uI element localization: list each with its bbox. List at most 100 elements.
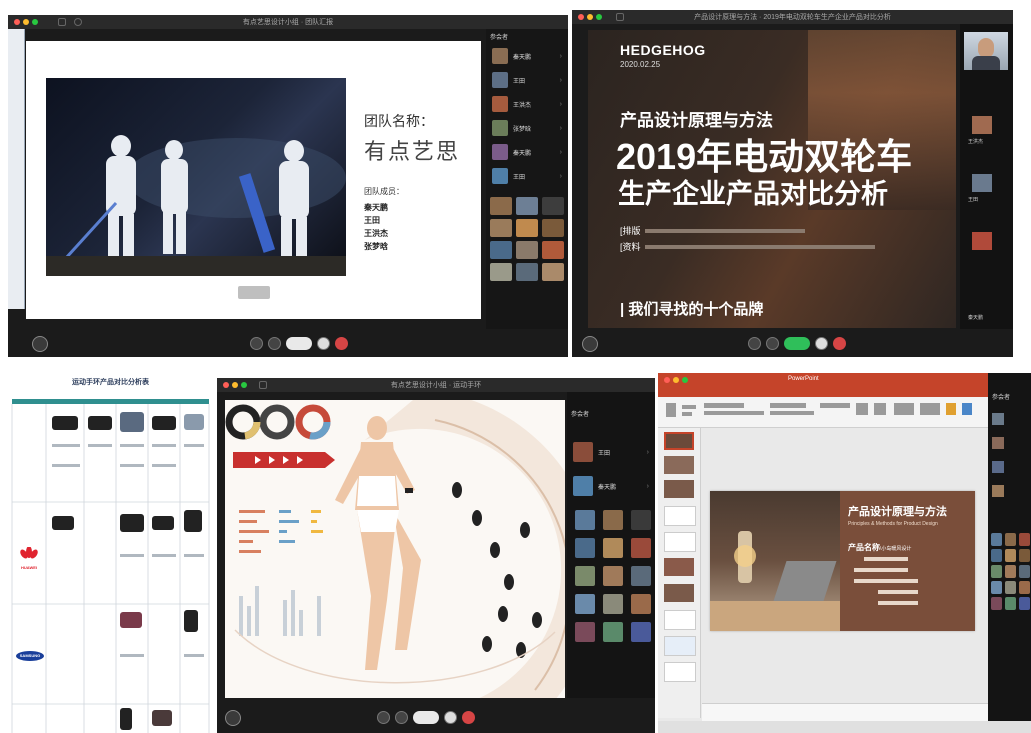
video-thumbnail[interactable] [631,594,651,614]
slide-thumbnail[interactable] [664,558,694,576]
settings-icon[interactable] [582,336,598,352]
camera-button[interactable] [766,337,779,350]
participant-row[interactable]: 秦天鹏 › [486,44,568,68]
settings-icon[interactable] [225,710,241,726]
video-thumbnail[interactable] [1005,533,1016,546]
video-thumbnail[interactable] [1005,549,1016,562]
slide-thumbnail[interactable] [664,480,694,498]
participant-tile[interactable] [992,461,1004,473]
video-thumbnail[interactable] [991,533,1002,546]
video-thumbnail[interactable] [1005,565,1016,578]
minimize-window-button[interactable] [673,377,679,383]
microphone-button[interactable] [377,711,390,724]
video-thumbnail[interactable] [1019,533,1030,546]
camera-button[interactable] [268,337,281,350]
slide-thumbnail[interactable] [664,432,694,450]
video-thumbnail[interactable] [490,197,512,215]
video-thumbnail[interactable] [603,566,623,586]
video-thumbnail[interactable] [516,219,538,237]
participant-row[interactable]: 王田 › [486,164,568,188]
slide-thumbnail[interactable] [664,584,694,602]
video-thumbnail[interactable] [1005,597,1016,610]
participant-tile[interactable] [972,174,992,192]
video-thumbnail[interactable] [575,566,595,586]
video-thumbnail[interactable] [575,594,595,614]
chevron-right-icon[interactable]: › [560,173,562,180]
video-thumbnail[interactable] [603,510,623,530]
video-thumbnail[interactable] [631,510,651,530]
end-call-button[interactable] [833,337,846,350]
video-thumbnail[interactable] [991,597,1002,610]
video-thumbnail[interactable] [991,581,1002,594]
video-thumbnail[interactable] [575,538,595,558]
slide-thumbnail[interactable] [664,532,696,552]
video-thumbnail[interactable] [490,241,512,259]
maximize-window-button[interactable] [682,377,688,383]
participant-tile[interactable] [972,116,992,134]
video-thumbnail[interactable] [516,241,538,259]
slide-thumbnail[interactable] [664,610,696,630]
video-thumbnail[interactable] [575,510,595,530]
participant-row[interactable]: 王田 › [486,68,568,92]
more-options-button[interactable] [317,337,330,350]
chevron-right-icon[interactable]: › [560,77,562,84]
video-thumbnail[interactable] [1019,597,1030,610]
participant-tile[interactable] [992,437,1004,449]
video-thumbnail-grid [991,533,1030,610]
close-window-button[interactable] [664,377,670,383]
settings-icon[interactable] [32,336,48,352]
video-thumbnail[interactable] [991,549,1002,562]
slide-thumbnail[interactable] [664,456,694,474]
participant-row[interactable]: 秦天鹏 › [486,140,568,164]
chevron-right-icon[interactable]: › [560,101,562,108]
slide-button-placeholder[interactable] [238,286,270,299]
slide-thumbnail[interactable] [664,662,696,682]
microphone-button[interactable] [250,337,263,350]
more-options-button[interactable] [444,711,457,724]
video-thumbnail[interactable] [490,219,512,237]
chevron-right-icon[interactable]: › [647,483,649,490]
participant-row[interactable]: 张梦晗 › [486,116,568,140]
video-thumbnail[interactable] [542,219,564,237]
chevron-right-icon[interactable]: › [560,53,562,60]
video-thumbnail[interactable] [542,263,564,281]
end-call-button[interactable] [462,711,475,724]
participant-row[interactable]: 秦天鹏 › [567,469,655,503]
slide-thumbnail[interactable] [664,506,696,526]
notes-pane[interactable] [702,703,990,722]
participant-tile[interactable] [992,485,1004,497]
video-thumbnail[interactable] [516,263,538,281]
video-thumbnail[interactable] [490,263,512,281]
chevron-right-icon[interactable]: › [560,149,562,156]
video-thumbnail[interactable] [575,622,595,642]
video-thumbnail[interactable] [631,566,651,586]
video-thumbnail[interactable] [516,197,538,215]
share-screen-button[interactable] [413,711,439,724]
video-thumbnail[interactable] [991,565,1002,578]
video-thumbnail[interactable] [603,622,623,642]
slide-thumbnail[interactable] [664,636,696,656]
chevron-right-icon[interactable]: › [647,449,649,456]
video-thumbnail[interactable] [542,197,564,215]
share-screen-button[interactable] [784,337,810,350]
video-thumbnail[interactable] [1019,565,1030,578]
video-thumbnail[interactable] [603,538,623,558]
chevron-right-icon[interactable]: › [560,125,562,132]
video-thumbnail[interactable] [603,594,623,614]
share-screen-button[interactable] [286,337,312,350]
end-call-button[interactable] [335,337,348,350]
participant-tile[interactable] [992,413,1004,425]
video-thumbnail[interactable] [631,538,651,558]
video-thumbnail[interactable] [631,622,651,642]
video-thumbnail[interactable] [542,241,564,259]
more-options-button[interactable] [815,337,828,350]
camera-button[interactable] [395,711,408,724]
microphone-button[interactable] [748,337,761,350]
video-thumbnail[interactable] [1019,549,1030,562]
video-thumbnail[interactable] [1019,581,1030,594]
participant-row[interactable]: 王田 › [567,435,655,469]
video-thumbnail[interactable] [1005,581,1016,594]
speaker-video[interactable] [964,32,1008,70]
participant-tile[interactable] [972,232,992,250]
participant-row[interactable]: 王洪杰 › [486,92,568,116]
